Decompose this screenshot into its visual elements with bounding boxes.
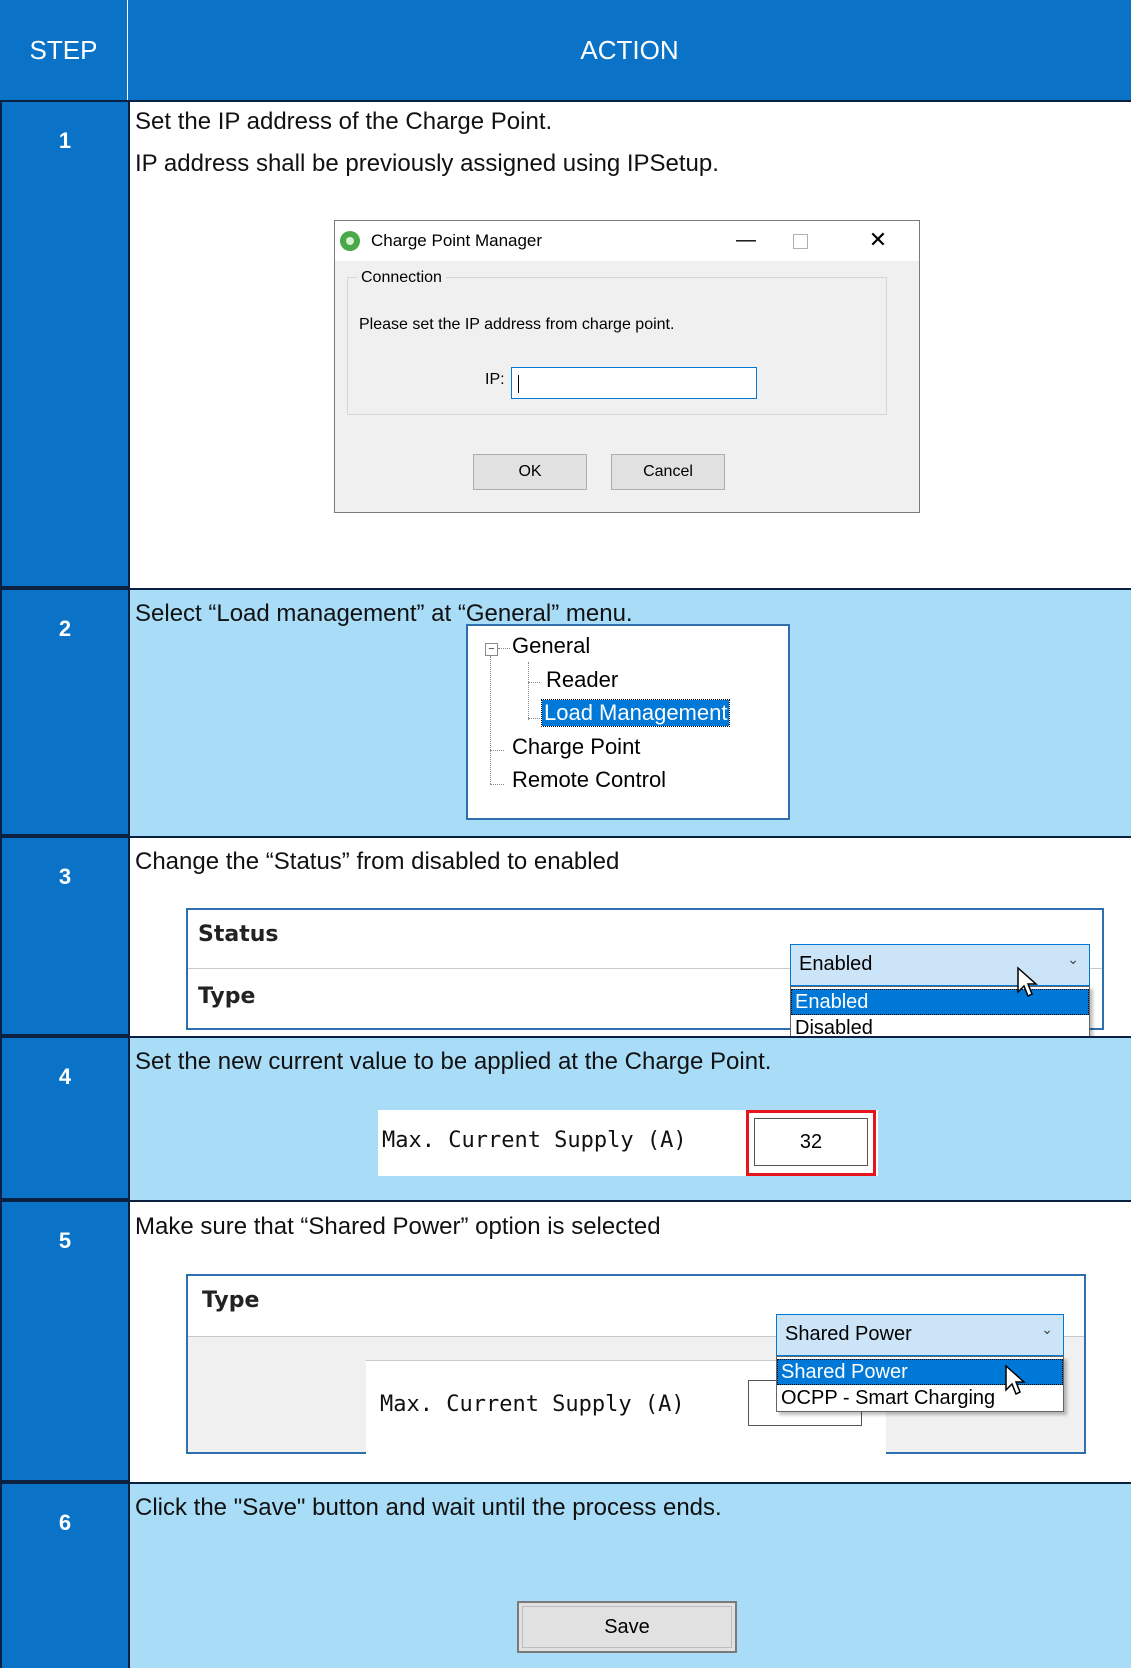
dialog-title: Charge Point Manager xyxy=(371,231,543,250)
tree-item-charge-point[interactable]: Charge Point xyxy=(512,734,640,760)
charge-point-manager-dialog: Charge Point Manager — ✕ Connection Plea… xyxy=(334,220,920,513)
step-instruction: IP address shall be previously assigned … xyxy=(135,150,719,177)
step-instruction: Make sure that “Shared Power” option is … xyxy=(135,1213,661,1240)
close-icon[interactable]: ✕ xyxy=(863,227,893,253)
tree-item-general[interactable]: General xyxy=(512,633,590,659)
ok-button[interactable]: OK xyxy=(473,454,587,490)
step-number: 1 xyxy=(58,128,72,153)
dialog-title-bar: Charge Point Manager — ✕ xyxy=(335,221,919,261)
connection-group-label: Connection xyxy=(357,269,446,287)
step-number: 2 xyxy=(58,616,72,641)
type-dropdown-value: Shared Power xyxy=(785,1323,912,1345)
ip-label: IP: xyxy=(485,371,505,388)
status-dropdown-value: Enabled xyxy=(799,953,873,975)
save-button[interactable]: Save xyxy=(517,1601,737,1653)
step-number: 6 xyxy=(58,1510,72,1535)
charge-point-app-icon xyxy=(340,231,360,251)
type-dropdown[interactable]: Shared Power ⌄ xyxy=(776,1314,1064,1356)
chevron-down-icon[interactable]: ⌄ xyxy=(1041,1321,1053,1338)
connection-message: Please set the IP address from charge po… xyxy=(359,316,675,333)
max-current-supply-label: Max. Current Supply (A) xyxy=(380,1392,685,1417)
cancel-button[interactable]: Cancel xyxy=(611,454,725,490)
step-number-cell: 5 xyxy=(0,1200,128,1482)
procedure-table: STEP ACTION 1 Set the IP address of the … xyxy=(0,0,1131,1668)
step-number-cell: 6 xyxy=(0,1482,128,1668)
step-column-header: STEP xyxy=(0,0,128,100)
text-caret xyxy=(518,375,519,393)
ip-address-input[interactable] xyxy=(511,367,757,399)
tree-connector xyxy=(498,648,510,649)
step-number-cell: 3 xyxy=(0,836,128,1036)
tree-connector xyxy=(528,682,540,683)
step-number-cell: 4 xyxy=(0,1036,128,1200)
status-option-enabled[interactable]: Enabled xyxy=(791,989,1089,1015)
step-instruction: Click the "Save" button and wait until t… xyxy=(135,1494,722,1521)
chevron-down-icon[interactable]: ⌄ xyxy=(1067,951,1079,968)
minimize-icon[interactable]: — xyxy=(731,229,761,252)
step-number-cell: 2 xyxy=(0,588,128,836)
action-column-header: ACTION xyxy=(128,0,1131,100)
type-label: Type xyxy=(202,1288,260,1313)
tree-connector xyxy=(528,718,540,719)
tree-connector xyxy=(490,784,504,785)
status-options-list: Enabled Disabled xyxy=(790,986,1090,1043)
mouse-pointer-icon xyxy=(1017,966,1038,998)
tree-connector xyxy=(528,662,529,720)
tree-item-remote-control[interactable]: Remote Control xyxy=(512,767,666,793)
settings-tree: − General Reader Load Management Charge … xyxy=(466,624,790,820)
max-current-supply-input[interactable]: 32 xyxy=(754,1118,868,1166)
step-instruction: Set the new current value to be applied … xyxy=(135,1048,772,1075)
max-current-supply-label: Max. Current Supply (A) xyxy=(382,1128,687,1153)
step-number: 3 xyxy=(58,864,72,889)
status-dropdown[interactable]: Enabled ⌄ xyxy=(790,944,1090,986)
mouse-pointer-icon xyxy=(1005,1364,1026,1396)
maximize-icon[interactable] xyxy=(793,234,808,249)
step-number: 4 xyxy=(58,1064,72,1089)
step-instruction: Set the IP address of the Charge Point. xyxy=(135,108,553,135)
tree-item-load-management[interactable]: Load Management xyxy=(540,699,731,727)
type-label: Type xyxy=(198,984,256,1009)
step-instruction: Change the “Status” from disabled to ena… xyxy=(135,848,620,875)
tree-collapse-icon[interactable]: − xyxy=(485,643,498,656)
tree-connector xyxy=(490,750,504,751)
tree-item-reader[interactable]: Reader xyxy=(546,667,618,693)
tree-connector xyxy=(490,656,491,784)
step-number-cell: 1 xyxy=(0,100,128,588)
step-number: 5 xyxy=(58,1228,72,1253)
status-label: Status xyxy=(198,922,279,947)
